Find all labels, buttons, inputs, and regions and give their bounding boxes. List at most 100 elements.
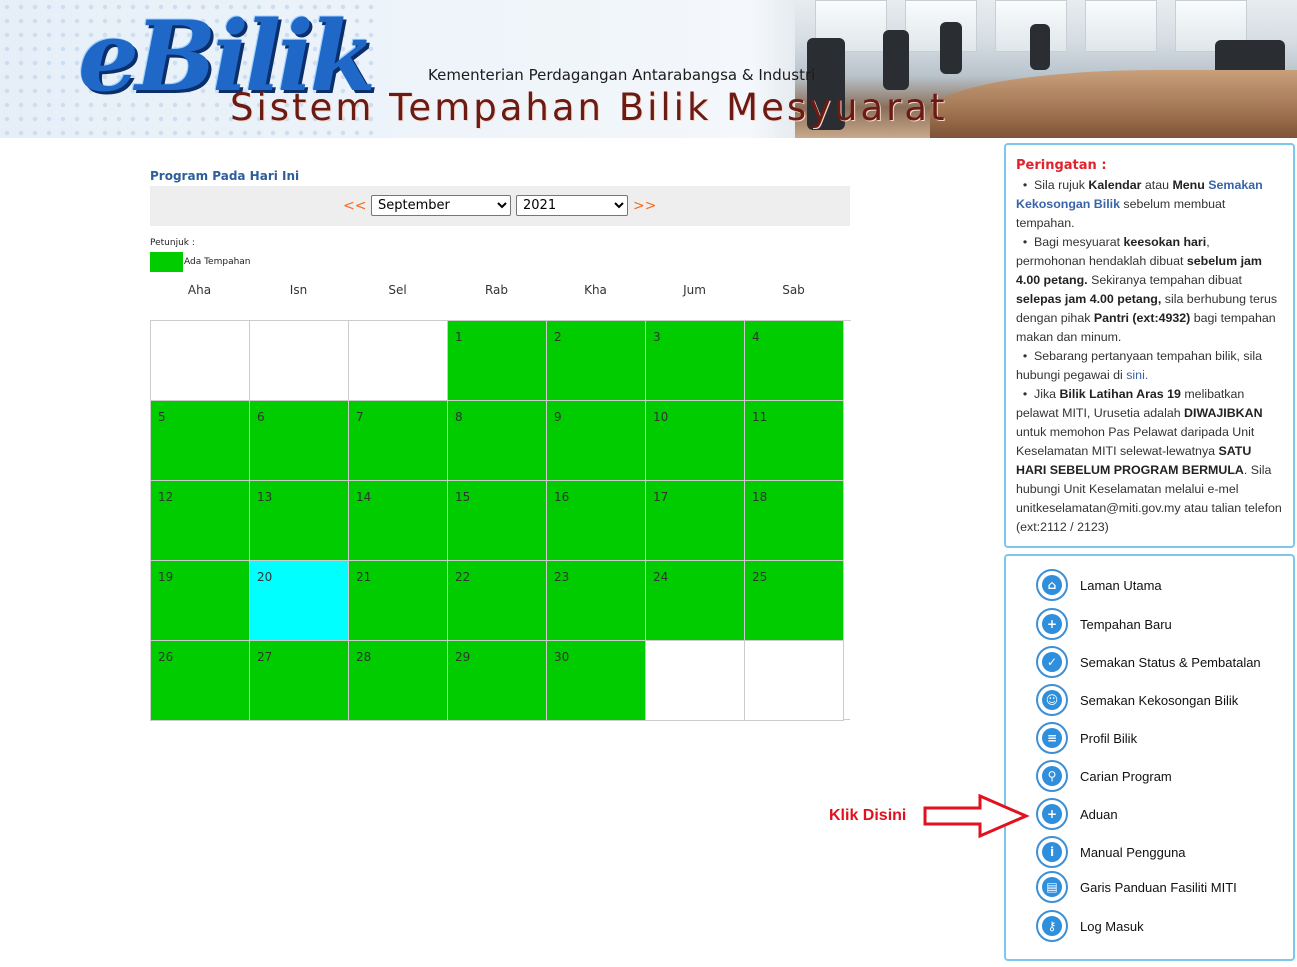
menu-icon-glyph: ≡ [1042, 728, 1062, 748]
calendar-day-cell[interactable]: 24 [646, 561, 745, 641]
calendar-day-cell[interactable]: 29 [448, 641, 547, 721]
day-number: 18 [752, 490, 768, 504]
day-number: 19 [158, 570, 174, 584]
clipboard-icon[interactable]: ▤ [1036, 871, 1068, 903]
calendar-day-cell[interactable]: 13 [250, 481, 349, 561]
day-number: 21 [356, 570, 372, 584]
menu-icon-glyph: ▤ [1042, 877, 1062, 897]
calendar-grid: 1 2 3 4 5 6 7 8 9 10 11 12 13 14 15 16 17 18 19 20 21 22 23 24 2… [150, 320, 851, 721]
grid-divider [843, 719, 850, 720]
menu-item-manual-pengguna[interactable]: i Manual Pengguna [1036, 835, 1186, 869]
calendar-day-cell[interactable]: 28 [349, 641, 448, 721]
menu-icon-glyph: + [1042, 804, 1062, 824]
calendar-day-cell[interactable]: 14 [349, 481, 448, 561]
day-number: 14 [356, 490, 372, 504]
weekday-label: Rab [484, 283, 509, 297]
weekday-label: Sab [782, 283, 805, 297]
day-number: 13 [257, 490, 273, 504]
home-icon[interactable]: ⌂ [1036, 569, 1068, 601]
menu-icon-glyph: ⌂ [1042, 575, 1062, 595]
day-number: 15 [455, 490, 471, 504]
next-month-link[interactable]: >> [633, 198, 656, 214]
day-number: 25 [752, 570, 768, 584]
weekday-label: Sel [388, 283, 407, 297]
calendar-day-cell[interactable]: 12 [151, 481, 250, 561]
day-number: 29 [455, 650, 471, 664]
calendar-day-cell[interactable]: 15 [448, 481, 547, 561]
search-icon[interactable]: ⚲ [1036, 760, 1068, 792]
calendar-empty-cell [349, 321, 448, 401]
calendar-day-cell[interactable]: 9 [547, 401, 646, 481]
menu-item-carian-program[interactable]: ⚲ Carian Program [1036, 759, 1172, 793]
menu-icon-glyph: + [1042, 614, 1062, 634]
day-number: 24 [653, 570, 669, 584]
menu-item-label: Laman Utama [1080, 577, 1162, 593]
prev-month-link[interactable]: << [343, 198, 366, 214]
warning-panel: Peringatan : Sila rujuk Kalendar atau Me… [1004, 143, 1295, 548]
calendar-day-cell[interactable]: 11 [745, 401, 844, 481]
day-number: 4 [752, 330, 760, 344]
day-number: 11 [752, 410, 768, 424]
warning-item: Jika Bilik Latihan Aras 19 melibatkan pe… [1016, 385, 1282, 537]
day-number: 16 [554, 490, 570, 504]
menu-item-semakan-status-pembatalan[interactable]: ✓ Semakan Status & Pembatalan [1036, 645, 1261, 679]
menu-item-label: Manual Pengguna [1080, 844, 1186, 860]
calendar-day-cell[interactable]: 27 [250, 641, 349, 721]
info-icon[interactable]: i [1036, 836, 1068, 868]
calendar-day-cell[interactable]: 4 [745, 321, 844, 401]
calendar-day-cell[interactable]: 5 [151, 401, 250, 481]
day-number: 3 [653, 330, 661, 344]
month-select[interactable]: September [371, 195, 511, 216]
menu-icon-glyph: i [1042, 842, 1062, 862]
day-number: 2 [554, 330, 562, 344]
menu-item-tempahan-baru[interactable]: + Tempahan Baru [1036, 607, 1172, 641]
key-icon[interactable]: ⚷ [1036, 910, 1068, 942]
calendar-day-cell[interactable]: 1 [448, 321, 547, 401]
menu-item-aduan[interactable]: + Aduan [1036, 797, 1118, 831]
calendar-day-cell[interactable]: 17 [646, 481, 745, 561]
calendar-day-cell[interactable]: 26 [151, 641, 250, 721]
calendar-day-cell[interactable]: 2 [547, 321, 646, 401]
day-number: 30 [554, 650, 570, 664]
calendar-day-cell[interactable]: 18 [745, 481, 844, 561]
menu-item-profil-bilik[interactable]: ≡ Profil Bilik [1036, 721, 1137, 755]
calendar-day-cell[interactable]: 23 [547, 561, 646, 641]
calendar-day-cell[interactable]: 7 [349, 401, 448, 481]
checklist-icon[interactable]: ✓ [1036, 646, 1068, 678]
calendar-day-cell[interactable]: 10 [646, 401, 745, 481]
menu-item-laman-utama[interactable]: ⌂ Laman Utama [1036, 568, 1162, 602]
year-select[interactable]: 2021 [516, 195, 628, 216]
people-icon[interactable]: ☺ [1036, 684, 1068, 716]
contact-officer-link[interactable]: sini. [1126, 368, 1148, 382]
calendar-day-cell[interactable]: 16 [547, 481, 646, 561]
red-arrow-icon [923, 794, 1030, 839]
system-title: Sistem Tempahan Bilik Mesyuarat [230, 86, 948, 129]
menu-item-semakan-kekosongan-bilik[interactable]: ☺ Semakan Kekosongan Bilik [1036, 683, 1238, 717]
calendar-empty-cell [646, 641, 745, 721]
day-number: 23 [554, 570, 570, 584]
calendar-day-cell[interactable]: 20 [250, 561, 349, 641]
program-today-title: Program Pada Hari Ini [150, 169, 300, 183]
calendar-day-cell[interactable]: 19 [151, 561, 250, 641]
calendar-day-cell[interactable]: 21 [349, 561, 448, 641]
menu-item-log-masuk[interactable]: ⚷ Log Masuk [1036, 909, 1144, 943]
day-number: 1 [455, 330, 463, 344]
calendar-day-cell[interactable]: 3 [646, 321, 745, 401]
menu-item-garis-panduan-fasiliti-miti[interactable]: ▤ Garis Panduan Fasiliti MITI [1036, 870, 1237, 904]
klik-disini-label: Klik Disini [829, 807, 907, 824]
calendar-day-cell[interactable]: 30 [547, 641, 646, 721]
complaint-icon[interactable]: + [1036, 798, 1068, 830]
calendar-empty-cell [250, 321, 349, 401]
document-icon[interactable]: ≡ [1036, 722, 1068, 754]
weekday-label: Isn [289, 283, 308, 297]
day-number: 10 [653, 410, 669, 424]
day-number: 5 [158, 410, 166, 424]
calendar-day-cell[interactable]: 22 [448, 561, 547, 641]
calendar-day-cell[interactable]: 25 [745, 561, 844, 641]
calendar-day-cell[interactable]: 6 [250, 401, 349, 481]
menu-item-label: Tempahan Baru [1080, 616, 1172, 632]
calendar-week-row: 5 6 7 8 9 10 11 [151, 401, 851, 481]
new-booking-icon[interactable]: + [1036, 608, 1068, 640]
day-number: 9 [554, 410, 562, 424]
calendar-day-cell[interactable]: 8 [448, 401, 547, 481]
